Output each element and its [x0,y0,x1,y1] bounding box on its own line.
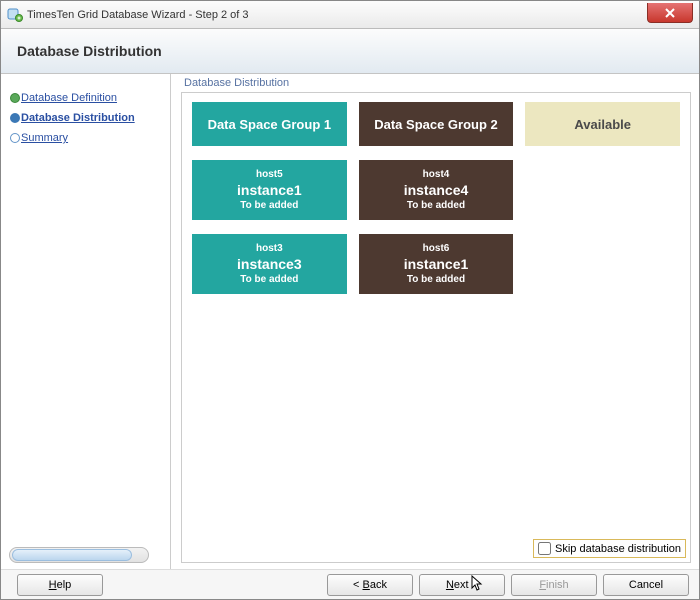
instance-host: host6 [423,243,450,254]
wizard-footer: Help < Back Next > Finish Cancel [1,569,699,599]
wizard-banner: Database Distribution [1,29,699,74]
step-database-definition[interactable]: Database Definition [1,88,170,108]
instance-name: instance1 [404,256,469,272]
wizard-steps-sidebar: Database Definition Database Distributio… [1,74,171,569]
skip-distribution-label: Skip database distribution [555,543,681,555]
empty-slot-available[interactable] [525,234,680,294]
instance-name: instance3 [237,256,302,272]
instance-card-host6-instance1[interactable]: host6 instance1 To be added [359,234,514,294]
instance-row: host3 instance3 To be added host6 instan… [192,234,680,294]
instance-status: To be added [407,200,465,211]
instance-name: instance4 [404,182,469,198]
group-label: Data Space Group 2 [374,117,498,132]
empty-slot-available[interactable] [525,160,680,220]
fieldset-legend: Database Distribution [181,77,292,89]
page-title: Database Distribution [17,43,162,59]
instance-name: instance1 [237,182,302,198]
window-title: TimesTen Grid Database Wizard - Step 2 o… [27,9,249,21]
app-icon [7,7,23,23]
instance-host: host5 [256,169,283,180]
group-header-data-space-2[interactable]: Data Space Group 2 [359,102,514,146]
help-rest: elp [57,579,72,591]
group-label: Data Space Group 1 [208,117,332,132]
instance-card-host4-instance4[interactable]: host4 instance4 To be added [359,160,514,220]
footer-buttons: < Back Next > Finish Cancel [321,574,689,596]
group-header-data-space-1[interactable]: Data Space Group 1 [192,102,347,146]
group-header-row: Data Space Group 1 Data Space Group 2 Av… [192,102,680,146]
step-label: Summary [21,132,68,144]
close-button[interactable] [647,3,693,23]
instance-status: To be added [407,274,465,285]
sidebar-horizontal-scrollbar[interactable] [9,547,149,563]
instance-status: To be added [240,274,298,285]
next-button[interactable]: Next > [419,574,505,596]
content-pane: Database Distribution Data Space Group 1… [171,74,699,569]
finish-button: Finish [511,574,597,596]
step-database-distribution[interactable]: Database Distribution [1,108,170,128]
back-button[interactable]: < Back [327,574,413,596]
skip-distribution-checkbox[interactable] [538,542,551,555]
instance-row: host5 instance1 To be added host4 instan… [192,160,680,220]
instance-card-host3-instance3[interactable]: host3 instance3 To be added [192,234,347,294]
cancel-button[interactable]: Cancel [603,574,689,596]
distribution-panel: Data Space Group 1 Data Space Group 2 Av… [181,92,691,563]
group-label: Available [574,117,631,132]
main-area: Database Definition Database Distributio… [1,74,699,569]
instance-host: host3 [256,243,283,254]
titlebar: TimesTen Grid Database Wizard - Step 2 o… [1,1,699,29]
instance-status: To be added [240,200,298,211]
instance-card-host5-instance1[interactable]: host5 instance1 To be added [192,160,347,220]
instance-host: host4 [423,169,450,180]
scrollbar-thumb[interactable] [12,549,132,561]
step-label: Database Distribution [21,112,135,124]
skip-distribution-option[interactable]: Skip database distribution [533,539,686,558]
step-summary[interactable]: Summary [1,128,170,148]
step-label: Database Definition [21,92,117,104]
group-header-available[interactable]: Available [525,102,680,146]
help-button[interactable]: Help [17,574,103,596]
